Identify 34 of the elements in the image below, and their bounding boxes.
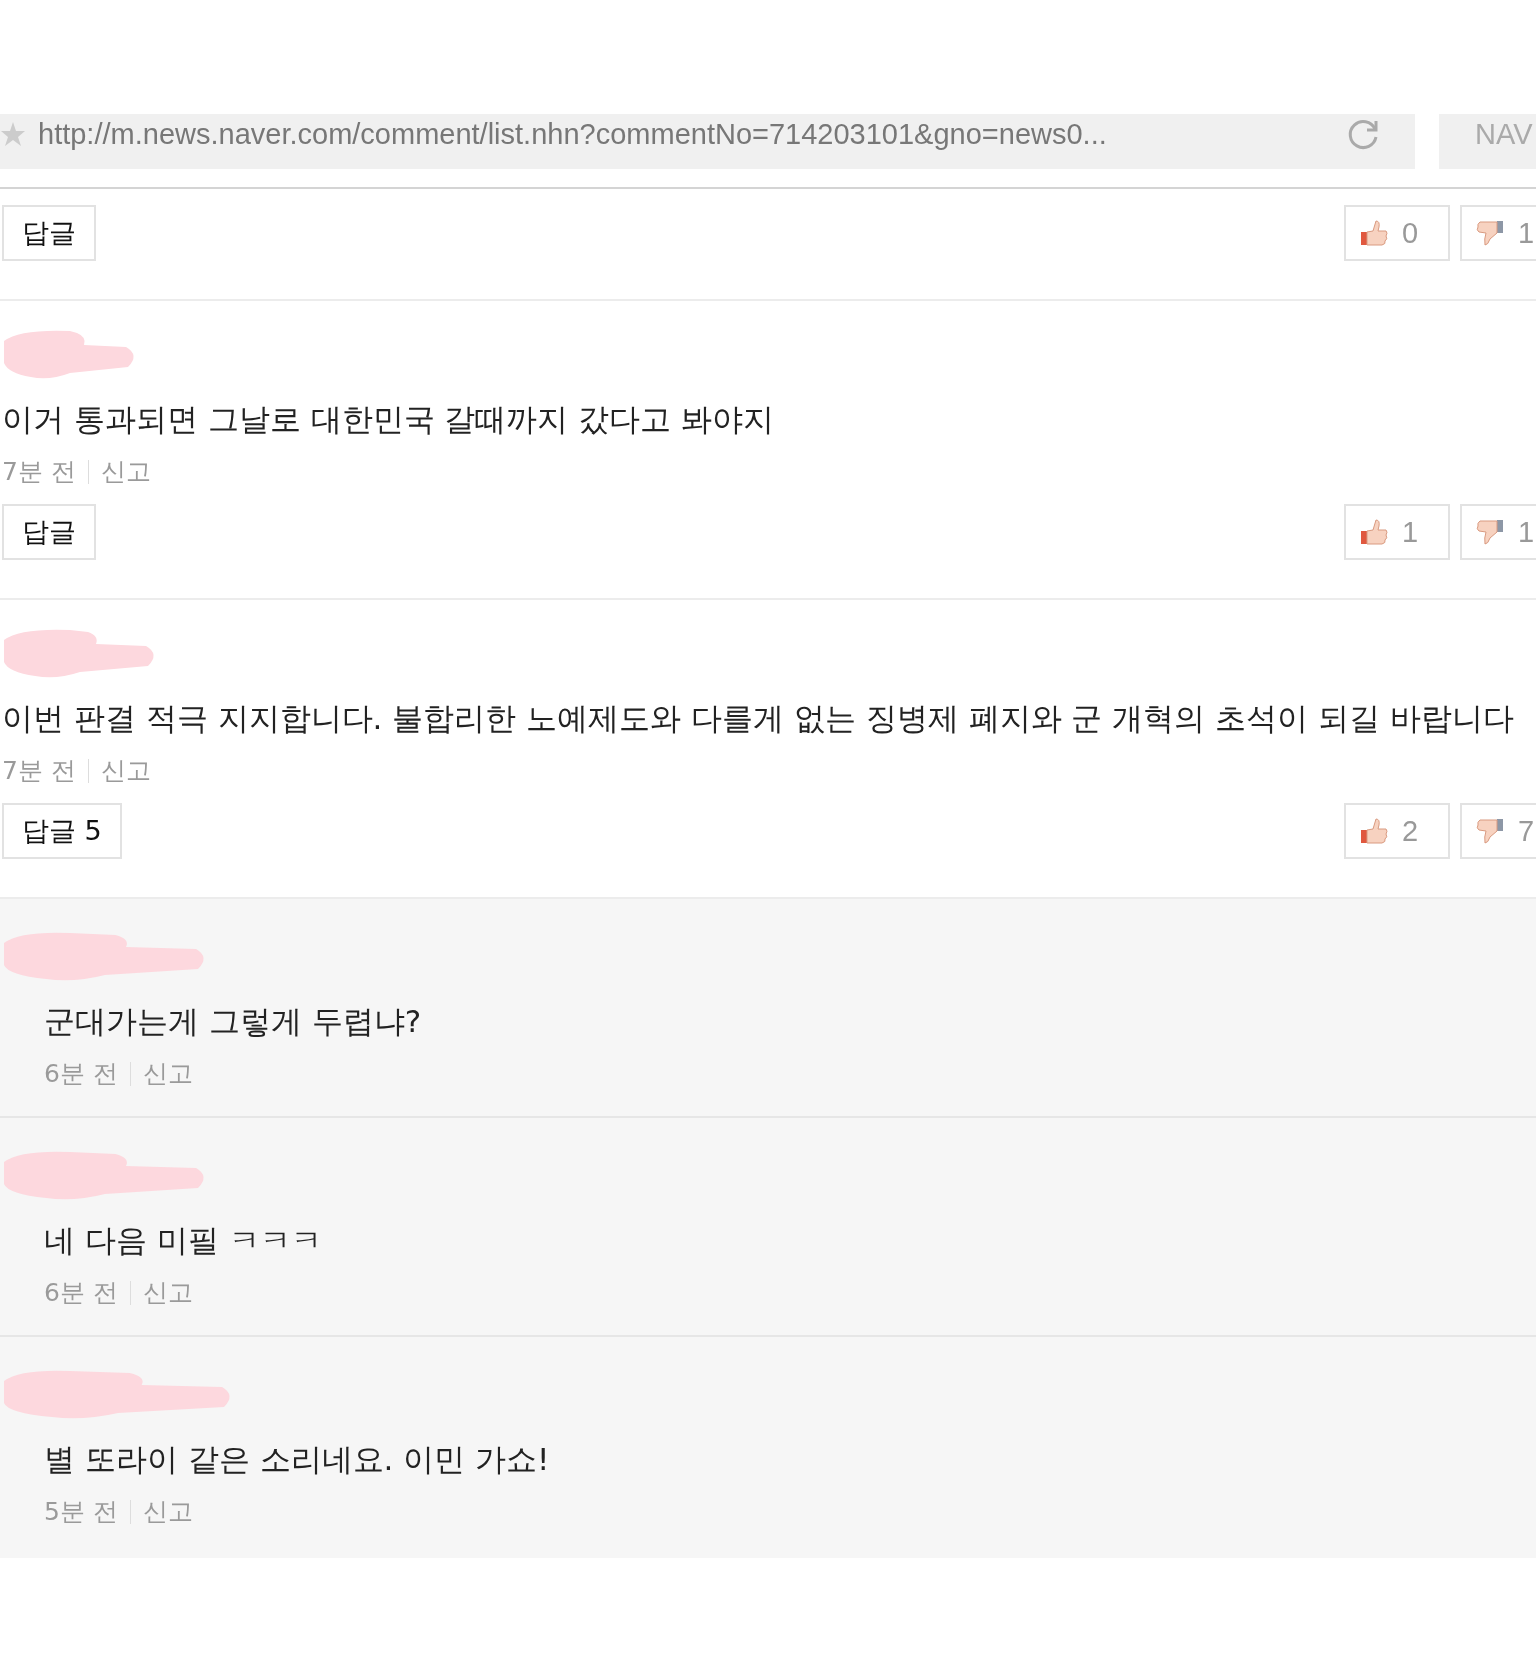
- comment-time: 7분 전: [2, 456, 76, 488]
- thumbs-down-icon: [1476, 518, 1504, 546]
- dislike-button[interactable]: 7: [1460, 803, 1536, 859]
- reload-icon[interactable]: [1347, 117, 1381, 151]
- star-icon: [0, 121, 26, 147]
- report-link[interactable]: 신고: [100, 455, 151, 488]
- thumbs-up-icon: [1360, 219, 1388, 247]
- report-link[interactable]: 신고: [142, 1495, 193, 1528]
- reply-text: 별 또라이 같은 소리네요. 이민 가쇼!: [43, 1440, 551, 1479]
- reply-text: 네 다음 미필 ㅋㅋㅋ: [43, 1221, 323, 1260]
- comment-time: 5분 전: [44, 1496, 118, 1528]
- comment-text: 이번 판결 적극 지지합니다. 불합리한 노예제도와 다를게 없는 징병제 폐지와 군 개혁의 초석이 되길 바랍니다: [1, 699, 1515, 738]
- comment-time: 6분 전: [44, 1058, 118, 1090]
- thumbs-up-icon: [1360, 518, 1388, 546]
- thumbs-down-icon: [1476, 219, 1504, 247]
- dislike-button[interactable]: 1: [1460, 504, 1536, 560]
- thumbs-down-icon: [1476, 817, 1504, 845]
- comment-text: 이거 통과되면 그날로 대한민국 갈때까지 갔다고 봐야지: [1, 400, 776, 439]
- reply-button[interactable]: 답글: [2, 205, 96, 261]
- reply-button[interactable]: 답글 5: [2, 803, 122, 859]
- reply-text: 군대가는게 그렇게 두렵냐?: [43, 1002, 423, 1041]
- like-button[interactable]: 0: [1344, 205, 1450, 261]
- report-link[interactable]: 신고: [142, 1057, 193, 1090]
- comment-time: 6분 전: [44, 1277, 118, 1309]
- reply-button[interactable]: 답글: [2, 504, 96, 560]
- like-button[interactable]: 1: [1344, 504, 1450, 560]
- tab-text: NAV: [1475, 117, 1533, 151]
- like-button[interactable]: 2: [1344, 803, 1450, 859]
- report-link[interactable]: 신고: [100, 754, 151, 787]
- dislike-button[interactable]: 1: [1460, 205, 1536, 261]
- report-link[interactable]: 신고: [142, 1276, 193, 1309]
- comment-time: 7분 전: [2, 755, 76, 787]
- thumbs-up-icon: [1360, 817, 1388, 845]
- url-text: http://m.news.naver.com/comment/list.nhn?commentNo=714203101&gno=news0...: [38, 117, 1108, 151]
